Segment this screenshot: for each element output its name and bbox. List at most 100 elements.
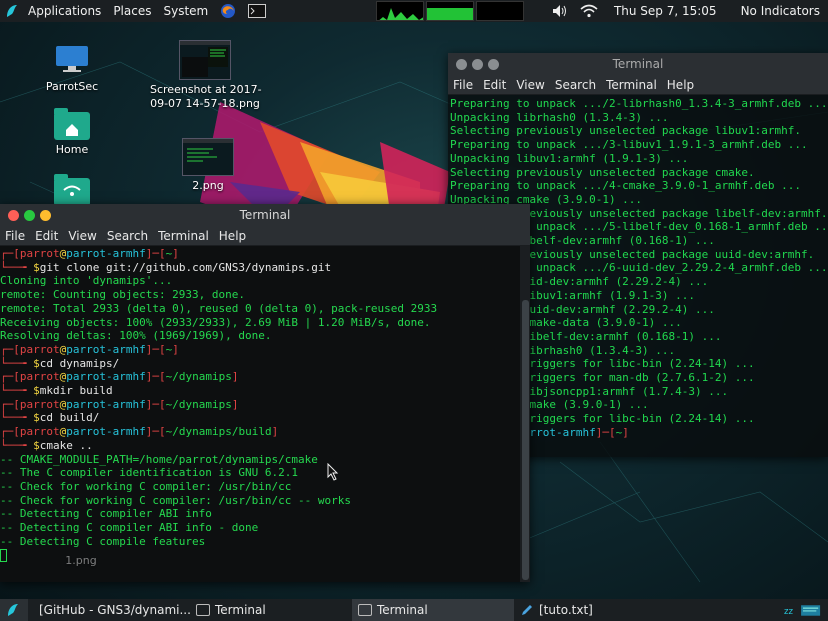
maximize-button[interactable] bbox=[488, 58, 499, 70]
prompt-bracket: ] bbox=[172, 247, 179, 260]
desktop-icon-network[interactable] bbox=[42, 174, 102, 206]
menu-edit[interactable]: Edit bbox=[478, 78, 511, 92]
prompt-arrow: └──╼ bbox=[0, 260, 34, 274]
taskbar-item-terminal[interactable]: Terminal bbox=[190, 599, 352, 621]
window-title: Terminal bbox=[239, 208, 291, 222]
command-text: git clone git://github.com/GNS3/dynamips… bbox=[39, 260, 332, 274]
output-line: Unpacking libuv1:armhf (1.9.1-3) ... bbox=[450, 151, 689, 165]
prompt-user: parrot bbox=[19, 425, 60, 439]
minimize-button[interactable] bbox=[24, 209, 35, 221]
prompt-arrow: └──╼ bbox=[0, 438, 34, 452]
desktop-icon-2png[interactable]: 2.png bbox=[178, 138, 238, 193]
prompt-line: ┌─[parrot@parrot-armhf]─[~] bbox=[0, 247, 530, 261]
taskbar-item-terminal-active[interactable]: Terminal bbox=[352, 599, 514, 621]
taskbar-item-label: Terminal bbox=[377, 603, 428, 617]
command-text: cd build/ bbox=[39, 411, 100, 425]
prompt-bracket: ┌─[ bbox=[0, 247, 20, 260]
menubar: File Edit View Search Terminal Help bbox=[0, 226, 530, 246]
desktop-icon-home[interactable]: Home bbox=[42, 108, 102, 157]
maximize-button[interactable] bbox=[40, 209, 51, 221]
command-line: └──╼ $cd build/ bbox=[0, 411, 530, 425]
window-titlebar[interactable]: Terminal bbox=[0, 204, 530, 226]
menu-search[interactable]: Search bbox=[102, 229, 153, 243]
places-menu[interactable]: Places bbox=[107, 0, 157, 22]
taskbar-item-firefox[interactable]: [GitHub - GNS3/dynami... bbox=[28, 599, 190, 621]
parrot-logo-icon[interactable] bbox=[2, 1, 22, 21]
menu-edit[interactable]: Edit bbox=[30, 229, 63, 243]
minimize-button[interactable] bbox=[472, 58, 483, 70]
prompt-bracket: ┌─[ bbox=[0, 342, 20, 356]
system-menu[interactable]: System bbox=[157, 0, 214, 22]
menu-help[interactable]: Help bbox=[662, 78, 699, 92]
prompt-line: ┌─[parrot@parrot-armhf]─[~/dynamips/buil… bbox=[0, 425, 530, 439]
terminal-icon bbox=[358, 604, 372, 616]
menu-file[interactable]: File bbox=[448, 78, 478, 92]
network-monitor-graph bbox=[476, 1, 525, 21]
window-titlebar[interactable]: Terminal bbox=[448, 53, 828, 75]
indicators-applet[interactable]: No Indicators bbox=[723, 0, 828, 22]
menubar: File Edit View Search Terminal Help bbox=[448, 75, 828, 95]
scrollbar[interactable] bbox=[520, 246, 530, 582]
wifi-icon[interactable] bbox=[574, 0, 604, 22]
prompt-bracket: ┌─[ bbox=[0, 397, 20, 411]
prompt-host: parrot-armhf bbox=[66, 247, 146, 260]
mouse-pointer-icon bbox=[327, 463, 339, 481]
menu-terminal[interactable]: Terminal bbox=[601, 78, 662, 92]
workspace-switcher[interactable]: zz bbox=[778, 599, 828, 621]
taskbar-item-label: Terminal bbox=[215, 603, 266, 617]
output-line: -- Detecting C compiler ABI info - done bbox=[0, 521, 259, 535]
desktop-icon-screenshot[interactable]: Screenshot at 2017- 09-07 14-57-18.png bbox=[150, 40, 262, 111]
prompt-dir: ~/dynamips bbox=[165, 397, 232, 411]
prompt-arrow: └──╼ bbox=[0, 356, 34, 370]
menu-view[interactable]: View bbox=[63, 229, 101, 243]
clock[interactable]: Thu Sep 7, 15:05 bbox=[604, 0, 723, 22]
prompt-bracket: ] bbox=[271, 425, 279, 439]
desktop-icon-label: 1.png bbox=[65, 554, 97, 567]
prompt-dir: ~/dynamips bbox=[165, 370, 232, 384]
desktop-icon-1png[interactable]: 1.png bbox=[56, 551, 106, 568]
desktop-icon-label: Screenshot at 2017- 09-07 14-57-18.png bbox=[150, 83, 262, 110]
image-thumbnail-icon bbox=[179, 40, 231, 80]
prompt-line: ┌─[parrot@parrot-armhf]─[~/dynamips] bbox=[0, 398, 530, 412]
menu-file[interactable]: File bbox=[0, 229, 30, 243]
output-line: remote: Total 2933 (delta 0), reused 0 (… bbox=[0, 301, 438, 315]
desktop-icon-parrotsec[interactable]: ParrotSec bbox=[42, 44, 102, 94]
menu-terminal[interactable]: Terminal bbox=[153, 229, 214, 243]
prompt-host: parrot-armhf bbox=[66, 342, 146, 356]
menu-help[interactable]: Help bbox=[214, 229, 251, 243]
close-button[interactable] bbox=[456, 58, 467, 70]
scrollbar-thumb[interactable] bbox=[522, 300, 529, 580]
output-line: Preparing to unpack .../2-librhash0_1.3.… bbox=[450, 97, 828, 110]
desktop-icon-label: Home bbox=[55, 143, 89, 156]
prompt-bracket: ]─[ bbox=[145, 425, 166, 439]
menu-search[interactable]: Search bbox=[550, 78, 601, 92]
firefox-icon[interactable] bbox=[214, 0, 242, 22]
close-button[interactable] bbox=[8, 209, 19, 221]
taskbar-item-editor[interactable]: [tuto.txt] bbox=[514, 599, 676, 621]
terminal-output[interactable]: ┌─[parrot@parrot-armhf]─[~] └──╼ $git clo… bbox=[0, 246, 530, 562]
desktop-icon-label: ParrotSec bbox=[45, 80, 99, 93]
prompt-bracket: ] bbox=[622, 425, 629, 439]
prompt-arrow: └──╼ bbox=[0, 384, 34, 398]
prompt-dollar: $ bbox=[33, 260, 40, 274]
taskbar-item-label: [tuto.txt] bbox=[539, 603, 593, 617]
parrot-logo-icon bbox=[8, 604, 18, 616]
prompt-bracket: ]─[ bbox=[595, 425, 616, 439]
show-desktop-button[interactable] bbox=[0, 599, 28, 621]
memory-monitor-graph bbox=[426, 1, 475, 21]
output-line: -- Detecting C compiler ABI info bbox=[0, 507, 212, 521]
computer-icon bbox=[56, 46, 88, 72]
output-line: Selecting previously unselected package … bbox=[450, 165, 755, 179]
prompt-bracket: ]─[ bbox=[145, 370, 166, 384]
applications-menu[interactable]: Applications bbox=[22, 0, 107, 22]
prompt-user: parrot bbox=[19, 397, 60, 411]
prompt-user: parrot bbox=[19, 342, 60, 356]
menu-view[interactable]: View bbox=[511, 78, 549, 92]
command-text: cd dynamips/ bbox=[39, 356, 120, 370]
terminal-window-front[interactable]: Terminal File Edit View Search Terminal … bbox=[0, 204, 530, 582]
prompt-bracket: ┌─[ bbox=[0, 370, 20, 384]
output-line: -- CMAKE_MODULE_PATH=/home/parrot/dynami… bbox=[0, 452, 318, 466]
prompt-user: parrot bbox=[19, 247, 60, 260]
terminal-icon[interactable] bbox=[242, 0, 272, 22]
volume-icon[interactable] bbox=[546, 0, 574, 22]
